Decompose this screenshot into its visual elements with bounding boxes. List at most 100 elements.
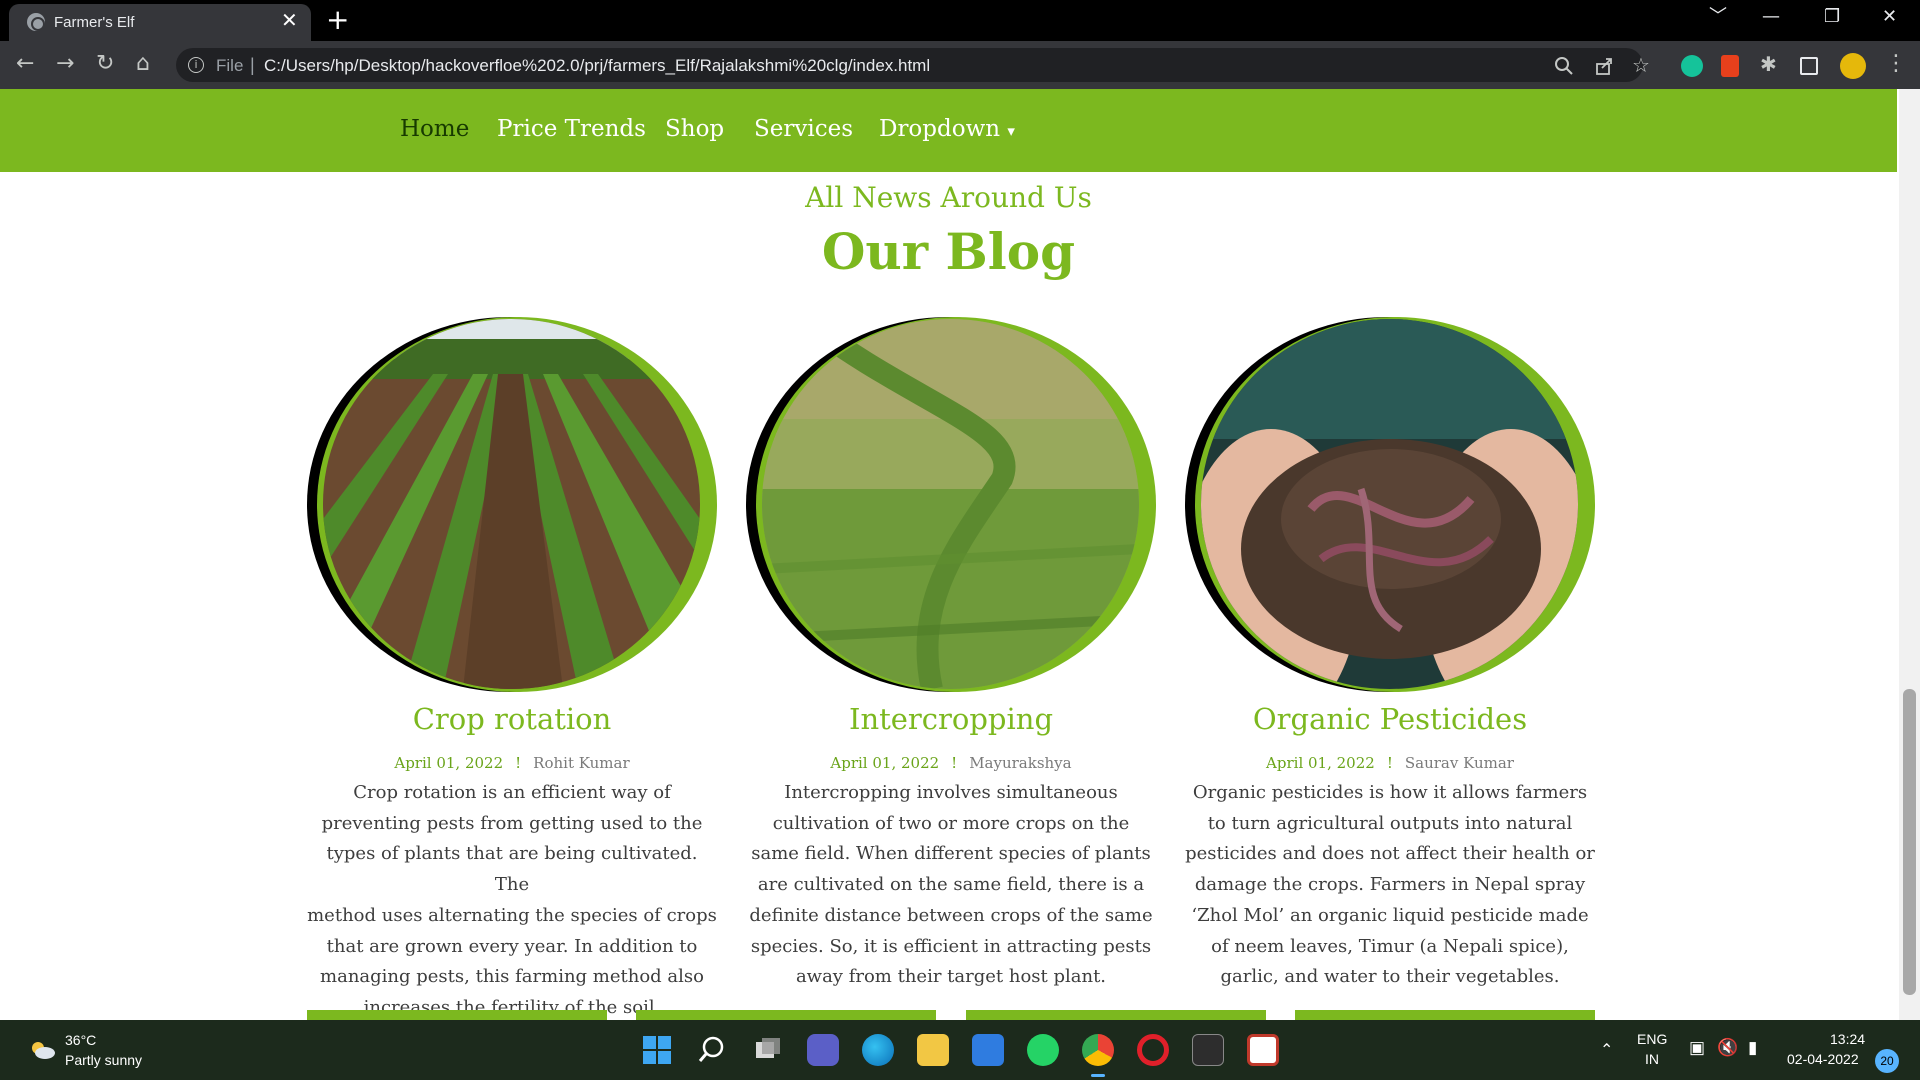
- blog-excerpt-line: cultivation of two or more crops on the: [772, 812, 1130, 834]
- reload-icon[interactable]: ↻: [96, 53, 114, 75]
- whatsapp-icon[interactable]: [1027, 1034, 1059, 1066]
- blog-excerpt: Intercropping involves simultaneous cult…: [746, 778, 1156, 993]
- blog-excerpt-line: damage the crops. Farmers in Nepal spray: [1194, 874, 1586, 896]
- blog-meta: April 01, 2022! Saurav Kumar: [1185, 754, 1595, 772]
- blog-excerpt-line: managing pests, this farming method also: [320, 966, 704, 988]
- partly-sunny-icon[interactable]: [28, 1040, 56, 1060]
- weather-temperature[interactable]: 36°C: [65, 1032, 96, 1048]
- meta-separator: !: [515, 754, 522, 772]
- speaker-muted-icon[interactable]: 🔇: [1717, 1038, 1738, 1058]
- section-eyebrow: All News Around Us: [805, 181, 1092, 214]
- blog-excerpt-line: to turn agricultural outputs into natura…: [1207, 812, 1573, 834]
- nav-shop[interactable]: Shop: [665, 116, 724, 142]
- info-icon[interactable]: i: [188, 57, 204, 73]
- meta-separator: !: [1386, 754, 1393, 772]
- read-more-button[interactable]: [1295, 1010, 1595, 1020]
- bookmark-star-icon[interactable]: ☆: [1632, 55, 1650, 75]
- caret-down-icon: ▾: [1007, 122, 1015, 140]
- scrollbar-thumb[interactable]: [1903, 689, 1916, 995]
- weather-description[interactable]: Partly sunny: [65, 1052, 142, 1068]
- blog-excerpt: Crop rotation is an efficient way of pre…: [307, 778, 717, 1020]
- tab-search-icon[interactable]: ﹀: [1709, 8, 1727, 26]
- nav-home[interactable]: Home: [400, 116, 469, 142]
- menu-dots-icon[interactable]: ⋮: [1885, 53, 1907, 75]
- url-divider: |: [250, 55, 255, 75]
- close-tab-icon[interactable]: ✕: [281, 10, 298, 30]
- grammarly-icon[interactable]: [1681, 55, 1703, 77]
- blog-excerpt-line: garlic, and water to their vegetables.: [1220, 966, 1560, 988]
- profile-avatar[interactable]: [1840, 53, 1866, 79]
- organic-pesticides-image[interactable]: [1201, 319, 1578, 689]
- url-text[interactable]: C:/Users/hp/Desktop/hackoverfloe%202.0/p…: [264, 56, 930, 76]
- blog-excerpt-line: that are grown every year. In addition t…: [326, 935, 698, 957]
- notification-badge[interactable]: 20: [1875, 1049, 1899, 1073]
- section-title: Our Blog: [821, 222, 1076, 281]
- blog-image-frame: [1185, 317, 1595, 692]
- blog-excerpt-line: away from their target host plant.: [795, 966, 1107, 988]
- clock-time[interactable]: 13:24: [1830, 1031, 1865, 1047]
- blog-title[interactable]: Intercropping: [746, 702, 1156, 736]
- forward-icon[interactable]: →: [56, 53, 74, 75]
- teams-chat-icon[interactable]: [807, 1034, 839, 1066]
- blog-excerpt-line: species. So, it is efficient in attracti…: [750, 935, 1152, 957]
- blog-title[interactable]: Organic Pesticides: [1185, 702, 1595, 736]
- chrome-browser-icon[interactable]: [1082, 1034, 1114, 1066]
- mail-icon[interactable]: [972, 1034, 1004, 1066]
- task-view-icon[interactable]: [752, 1034, 784, 1066]
- edge-browser-icon[interactable]: [862, 1034, 894, 1066]
- url-scheme: File: [216, 56, 244, 75]
- blog-excerpt-line: preventing pests from getting used to th…: [321, 812, 703, 834]
- blog-author: Saurav Kumar: [1404, 754, 1514, 772]
- blog-excerpt-line: same field. When different species of pl…: [751, 843, 1151, 865]
- read-more-button[interactable]: [636, 1010, 936, 1020]
- office-icon[interactable]: [1721, 55, 1739, 77]
- side-panel-icon[interactable]: [1800, 57, 1818, 75]
- clock-date[interactable]: 02-04-2022: [1787, 1051, 1859, 1067]
- search-icon[interactable]: [696, 1034, 728, 1066]
- intercropping-image[interactable]: [762, 319, 1139, 689]
- nav-dropdown-label: Dropdown: [879, 116, 1001, 142]
- chevron-up-icon[interactable]: ⌃: [1600, 1040, 1613, 1060]
- blog-title[interactable]: Crop rotation: [307, 702, 717, 736]
- network-icon[interactable]: ▣: [1689, 1038, 1705, 1058]
- terminal-icon[interactable]: [1192, 1034, 1224, 1066]
- nav-services[interactable]: Services: [754, 116, 853, 142]
- nav-dropdown[interactable]: Dropdown ▾: [879, 116, 1015, 142]
- blog-excerpt-line: method uses alternating the species of c…: [307, 904, 717, 926]
- file-explorer-icon[interactable]: [917, 1034, 949, 1066]
- active-app-indicator: [1091, 1074, 1105, 1077]
- blog-meta: April 01, 2022! Rohit Kumar: [307, 754, 717, 772]
- extensions-puzzle-icon[interactable]: ✱: [1760, 53, 1777, 75]
- web-page: Home Price Trends Shop Services Dropdown…: [0, 89, 1920, 1020]
- share-icon[interactable]: [1594, 56, 1614, 76]
- zoom-icon[interactable]: [1554, 56, 1574, 76]
- browser-toolbar: ← → ↻ ⌂ i File | C:/Users/hp/Desktop/hac…: [0, 41, 1920, 89]
- globe-icon: [27, 13, 45, 31]
- region-indicator[interactable]: IN: [1645, 1051, 1659, 1067]
- restore-icon[interactable]: ❐: [1824, 8, 1840, 26]
- read-more-button[interactable]: [307, 1010, 607, 1020]
- blog-author: Mayurakshya: [969, 754, 1072, 772]
- nav-price-trends[interactable]: Price Trends: [497, 116, 646, 142]
- read-more-button[interactable]: [966, 1010, 1266, 1020]
- address-bar[interactable]: i File | C:/Users/hp/Desktop/hackoverflo…: [176, 48, 1650, 82]
- back-icon[interactable]: ←: [16, 53, 34, 75]
- new-tab-button[interactable]: +: [326, 6, 349, 34]
- windows-start-icon[interactable]: [641, 1034, 673, 1066]
- battery-icon[interactable]: ▮: [1748, 1038, 1757, 1058]
- site-navbar: Home Price Trends Shop Services Dropdown…: [0, 89, 1897, 172]
- page-scrollbar[interactable]: [1899, 89, 1920, 1020]
- crop-rotation-image[interactable]: [323, 319, 700, 689]
- home-icon[interactable]: ⌂: [136, 53, 150, 75]
- browser-tab-strip: Farmer's Elf ✕ + ﹀ — ❐ ✕: [0, 0, 1920, 41]
- blog-image-frame: [307, 317, 717, 692]
- blog-excerpt-line: Organic pesticides is how it allows farm…: [1192, 782, 1588, 803]
- browser-tab[interactable]: Farmer's Elf ✕: [9, 4, 311, 41]
- snipping-tool-icon[interactable]: [1247, 1034, 1279, 1066]
- language-indicator[interactable]: ENG: [1637, 1031, 1667, 1047]
- blog-excerpt-line: ‘Zhol Mol’ an organic liquid pesticide m…: [1191, 904, 1589, 926]
- close-window-icon[interactable]: ✕: [1882, 8, 1897, 26]
- minimize-icon[interactable]: —: [1762, 8, 1780, 26]
- opera-browser-icon[interactable]: [1137, 1034, 1169, 1066]
- blog-author: Rohit Kumar: [533, 754, 630, 772]
